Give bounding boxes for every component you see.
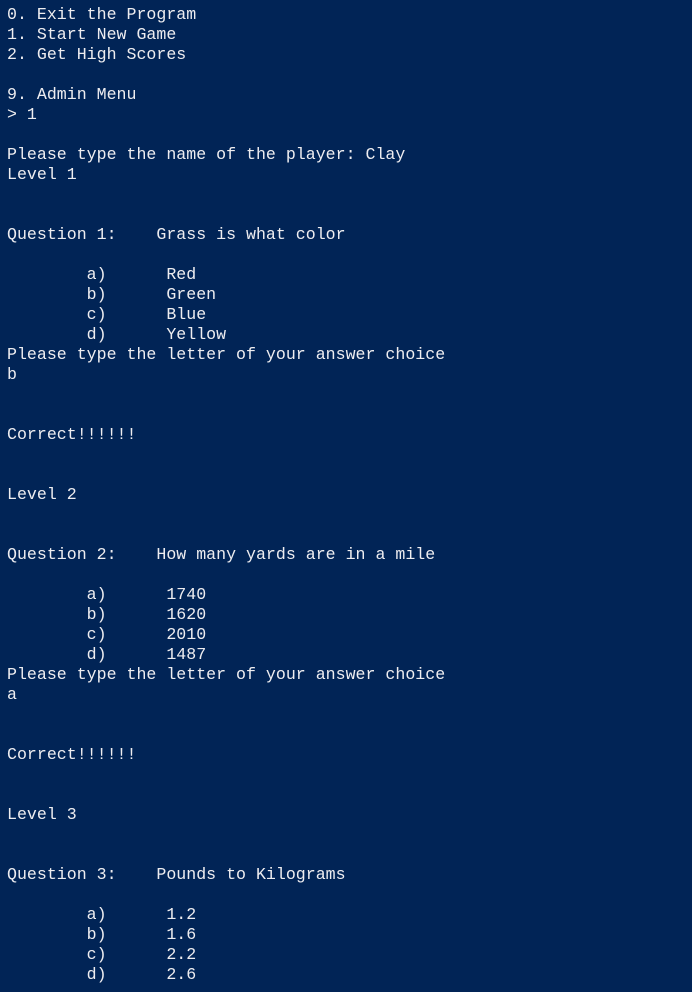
console-line: b) 1620 [7, 605, 207, 624]
console-line: Please type the name of the player: Clay [7, 145, 406, 164]
console-line: a [7, 685, 17, 704]
console-line: Please type the letter of your answer ch… [7, 665, 446, 684]
console-line: Level 1 [7, 165, 77, 184]
console-line: Level 3 [7, 805, 77, 824]
console-line: Correct!!!!!! [7, 745, 137, 764]
console-line: a) Red [7, 265, 197, 284]
console-line: b) Green [7, 285, 217, 304]
console-line: d) Yellow [7, 325, 227, 344]
console-line: > 1 [7, 105, 37, 124]
console-line: b) 1.6 [7, 925, 197, 944]
console-line: Question 2: How many yards are in a mile [7, 545, 436, 564]
console-line: 2. Get High Scores [7, 45, 187, 64]
console-line: 0. Exit the Program [7, 5, 197, 24]
console-line: 1. Start New Game [7, 25, 177, 44]
console-line: c) 2010 [7, 625, 207, 644]
console-line: b [7, 365, 17, 384]
console-line: d) 2.6 [7, 965, 197, 984]
console-line: a) 1740 [7, 585, 207, 604]
console-line: Correct!!!!!! [7, 425, 137, 444]
console-line: Question 3: Pounds to Kilograms [7, 865, 346, 884]
console-line: a) 1.2 [7, 905, 197, 924]
console-line: c) 2.2 [7, 945, 197, 964]
console-line: Please type the letter of your answer ch… [7, 345, 446, 364]
console-line: 9. Admin Menu [7, 85, 137, 104]
console-line: c) Blue [7, 305, 207, 324]
console-line: Level 2 [7, 485, 77, 504]
console-line: d) 1487 [7, 645, 207, 664]
console-window[interactable]: 0. Exit the Program 1. Start New Game 2. G… [0, 0, 692, 992]
console-line: Question 1: Grass is what color [7, 225, 346, 244]
console-output: 0. Exit the Program 1. Start New Game 2. G… [7, 5, 445, 985]
